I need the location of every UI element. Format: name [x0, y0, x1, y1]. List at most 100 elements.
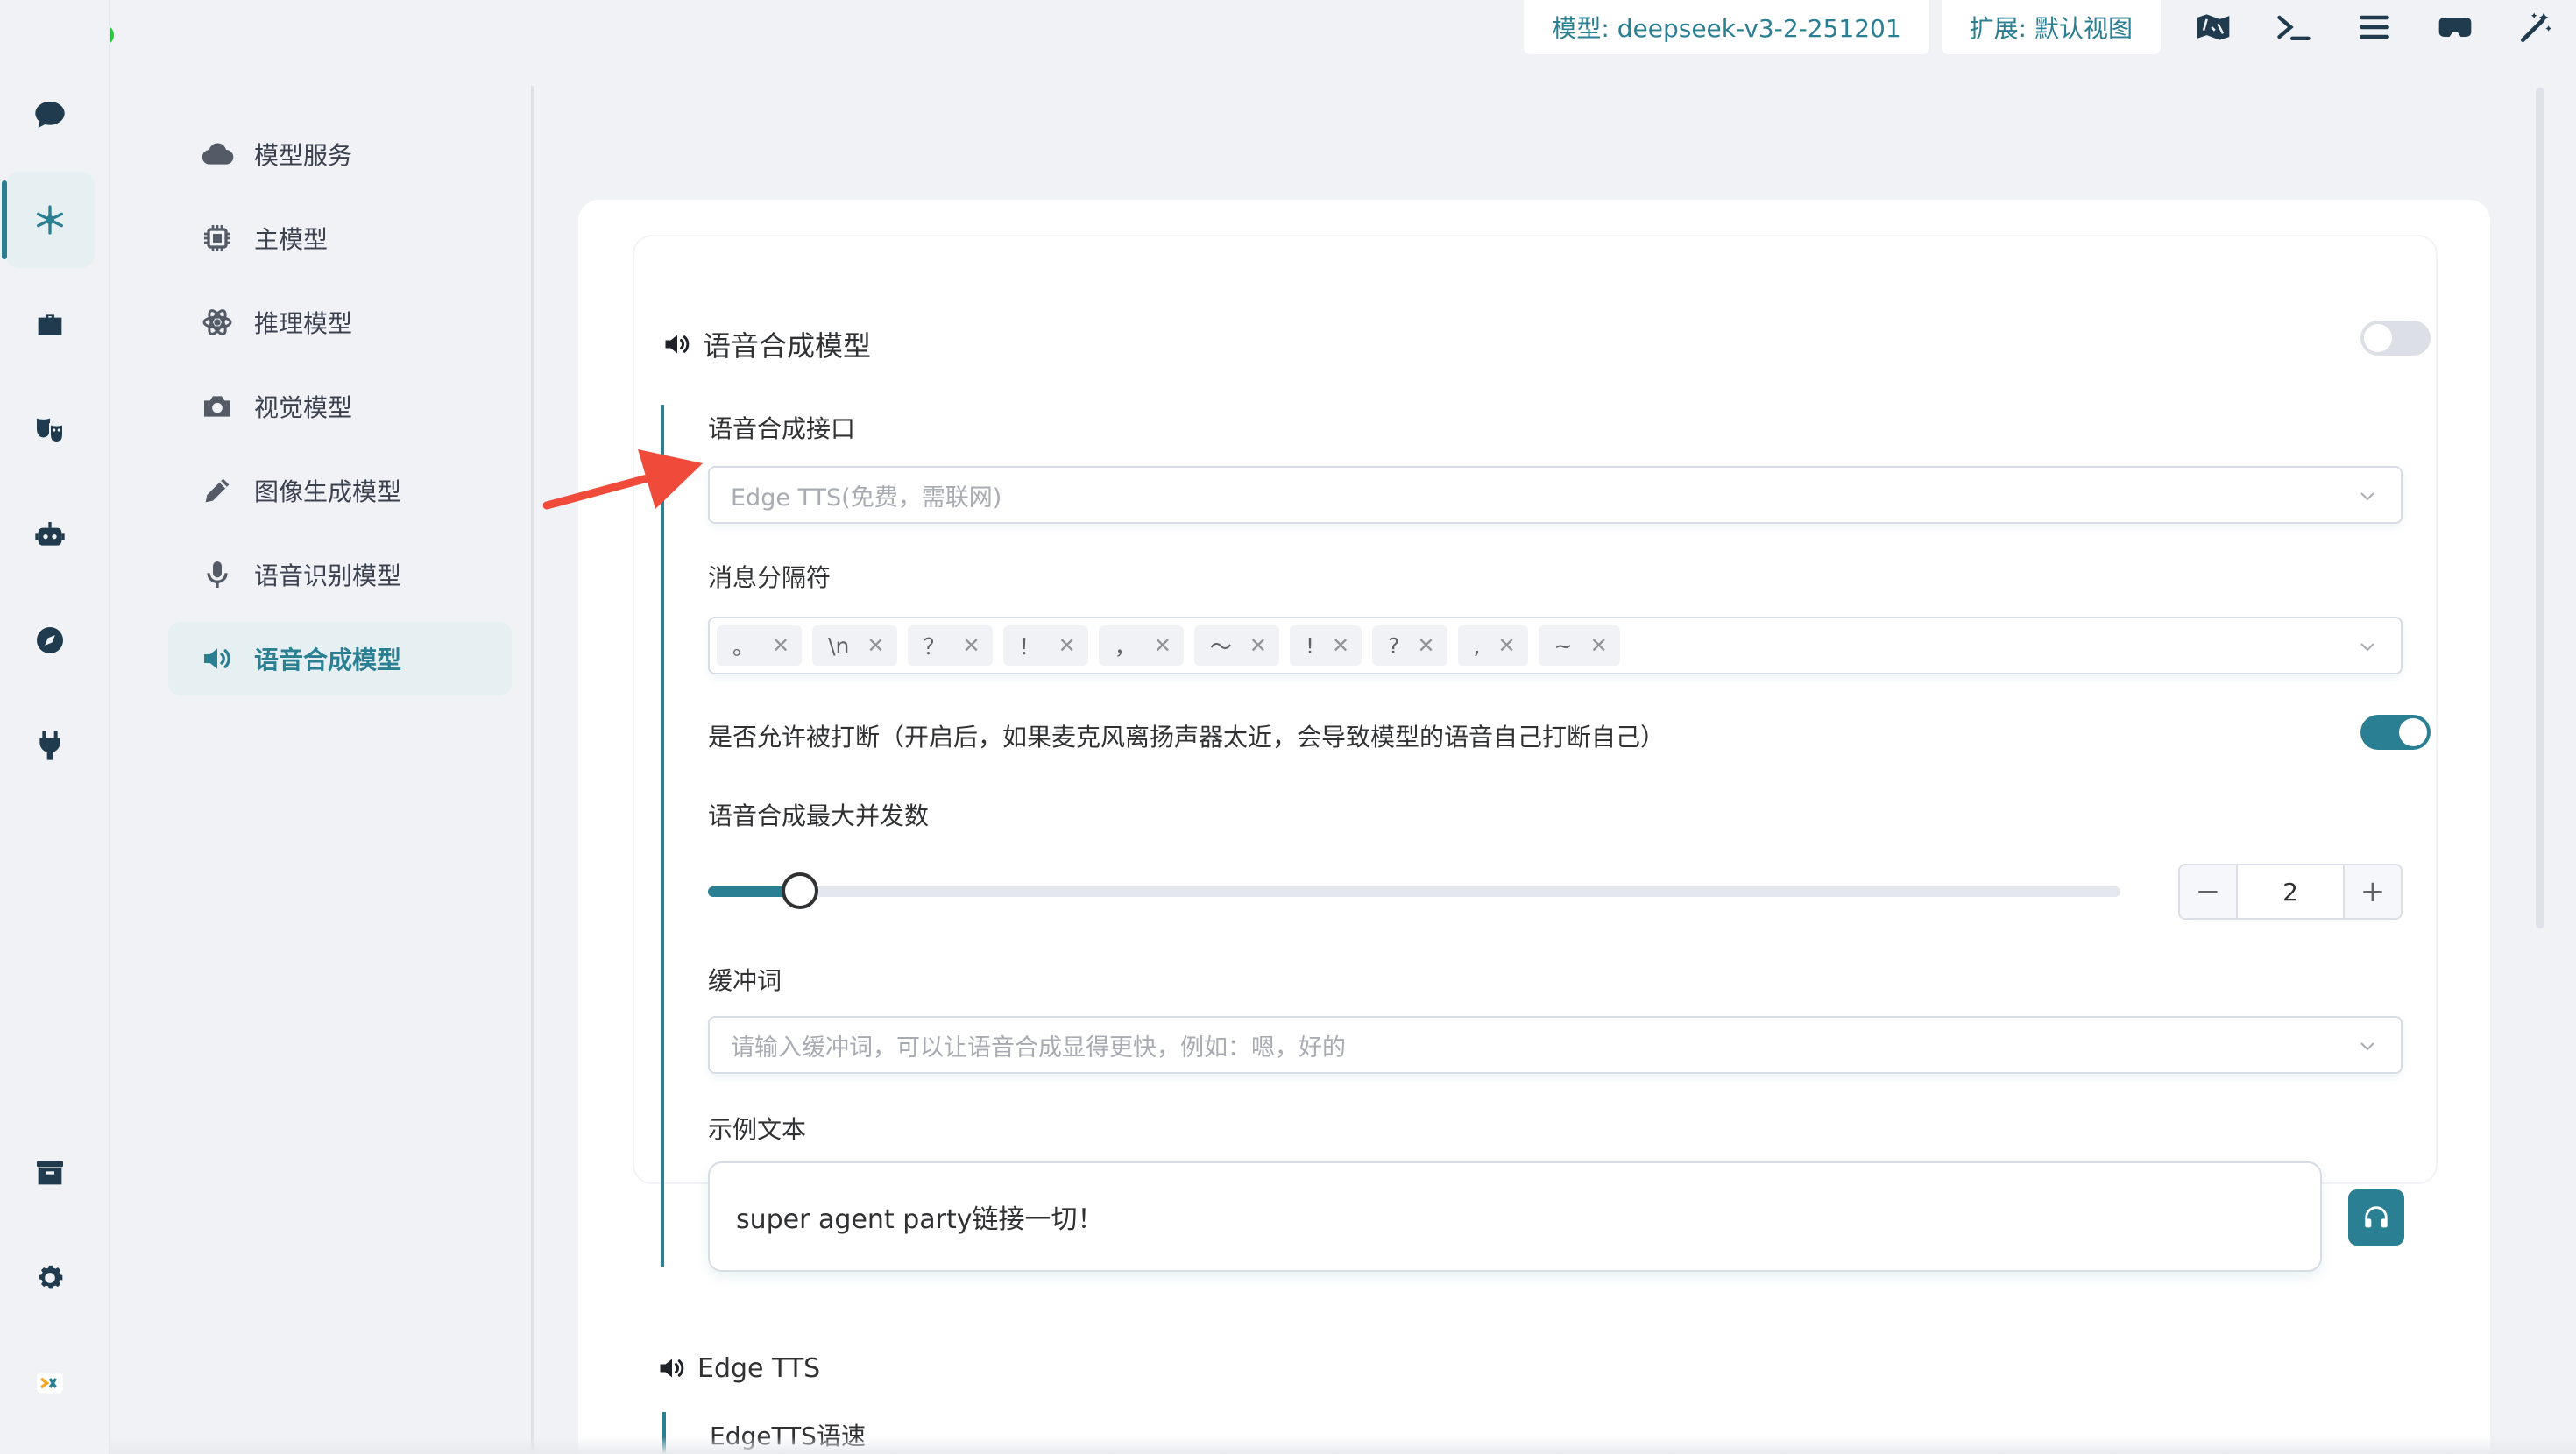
- menu-item-main-model[interactable]: 主模型: [168, 201, 512, 275]
- decrement-button[interactable]: −: [2180, 865, 2238, 918]
- separator-tag: 。 ✕: [717, 625, 803, 666]
- menu-item-label: 视觉模型: [254, 393, 353, 422]
- menu-item-label: 语音合成模型: [254, 646, 402, 674]
- concurrency-slider[interactable]: [708, 872, 2120, 909]
- separator-select[interactable]: 。 ✕ \n ✕ ？ ✕ ！ ✕ ， ✕ ～ ✕ ! ✕ ? ✕ , ✕ ~ ✕: [708, 617, 2403, 674]
- menu-item-reasoning-model[interactable]: 推理模型: [168, 286, 512, 359]
- tag-text: ～: [1209, 634, 1232, 660]
- remove-tag-icon[interactable]: ✕: [963, 633, 980, 658]
- buffer-select[interactable]: 请输入缓冲词，可以让语音合成显得更快，例如：嗯，好的: [708, 1016, 2403, 1074]
- buffer-placeholder: 请输入缓冲词，可以让语音合成显得更快，例如：嗯，好的: [731, 1034, 1346, 1062]
- menu-item-label: 模型服务: [254, 141, 353, 170]
- concurrency-value[interactable]: 2: [2238, 865, 2343, 918]
- rail-roles[interactable]: [5, 382, 95, 478]
- model-menu: 模型服务 主模型 推理模型 视觉模型 图像生成模型 语音识别模型 语音合成模型: [110, 86, 534, 1454]
- vr-button[interactable]: [2415, 0, 2495, 54]
- sample-text-input[interactable]: super agent party链接一切！: [708, 1161, 2322, 1272]
- tag-text: !: [1306, 632, 1315, 659]
- settings-card: 语音合成模型 语音合成接口 Edge TTS(免费，需联网) 消息分隔符 。 ✕ …: [578, 200, 2490, 1454]
- speaker-icon: [665, 335, 690, 354]
- camera-icon: [204, 396, 230, 417]
- remove-tag-icon[interactable]: ✕: [1154, 633, 1171, 658]
- chevron-down-icon: [2360, 1042, 2374, 1051]
- remove-tag-icon[interactable]: ✕: [1058, 633, 1076, 658]
- toggle-knob: [2399, 718, 2427, 746]
- headphones-icon: [2365, 1206, 2388, 1228]
- slider-thumb[interactable]: [782, 872, 818, 909]
- tag-text: ,: [1473, 632, 1481, 659]
- remove-tag-icon[interactable]: ✕: [1332, 633, 1349, 658]
- rail-models[interactable]: [2, 172, 95, 268]
- increment-button[interactable]: +: [2343, 865, 2401, 918]
- magic-wand-icon: [2520, 12, 2551, 43]
- rail-archive[interactable]: [5, 1125, 95, 1221]
- menu-button[interactable]: [2334, 0, 2415, 54]
- pencil-icon: [205, 478, 230, 503]
- model-indicator[interactable]: 模型: deepseek-v3-2-251201: [1524, 0, 1929, 54]
- tag-text: ？: [923, 634, 945, 660]
- atom-icon: [202, 309, 232, 335]
- rail-settings[interactable]: [5, 1230, 95, 1326]
- concurrency-label: 语音合成最大并发数: [708, 801, 930, 830]
- menu-item-image-model[interactable]: 图像生成模型: [168, 454, 512, 527]
- tts-section-title: 语音合成模型: [661, 324, 871, 364]
- map-button[interactable]: [2173, 0, 2254, 54]
- interface-select[interactable]: Edge TTS(免费，需联网): [708, 466, 2403, 524]
- microphone-icon: [207, 561, 228, 588]
- separator-tag: ？ ✕: [907, 625, 993, 666]
- rail-tools[interactable]: [5, 277, 95, 373]
- masks-icon: [37, 418, 64, 445]
- tag-text: ，: [1114, 634, 1136, 660]
- concurrency-stepper: − 2 +: [2178, 864, 2403, 920]
- toggle-knob: [2364, 324, 2392, 352]
- archive-icon: [37, 1161, 63, 1185]
- remove-tag-icon[interactable]: ✕: [772, 633, 789, 658]
- preview-audio-button[interactable]: [2348, 1189, 2404, 1246]
- separator-tag: \n ✕: [812, 625, 897, 666]
- rail-logo[interactable]: [5, 1335, 95, 1431]
- tts-enable-toggle[interactable]: [2360, 321, 2431, 356]
- remove-tag-icon[interactable]: ✕: [1249, 633, 1267, 658]
- interrupt-toggle[interactable]: [2360, 715, 2431, 750]
- tag-text: 。: [732, 634, 755, 660]
- tts-title-text: 语音合成模型: [703, 329, 872, 363]
- menu-item-label: 推理模型: [254, 309, 353, 338]
- main-scrollbar[interactable]: [2536, 88, 2544, 928]
- sample-label: 示例文本: [708, 1115, 807, 1144]
- logo-icon: [37, 1373, 63, 1394]
- remove-tag-icon[interactable]: ✕: [1498, 633, 1516, 658]
- menu-item-label: 主模型: [254, 225, 329, 254]
- menu-item-label: 语音识别模型: [254, 561, 402, 590]
- menu-item-asr-model[interactable]: 语音识别模型: [168, 538, 512, 611]
- section-accent-bar: [661, 405, 664, 1267]
- rail-chat[interactable]: [5, 67, 95, 163]
- extension-indicator[interactable]: 扩展: 默认视图: [1941, 0, 2161, 54]
- separator-tag: , ✕: [1457, 625, 1528, 666]
- tag-text: ！: [1018, 634, 1041, 660]
- model-network-icon: [37, 205, 64, 235]
- magic-button[interactable]: [2495, 0, 2576, 54]
- rail-explore[interactable]: [5, 592, 95, 688]
- separator-tag: ， ✕: [1098, 625, 1184, 666]
- edge-tts-section-title: Edge TTS: [655, 1352, 820, 1384]
- rail-plugins[interactable]: [5, 697, 95, 794]
- rail-agents[interactable]: [5, 487, 95, 583]
- settings-icon: [39, 1265, 63, 1289]
- separator-tag: ? ✕: [1372, 625, 1447, 666]
- remove-tag-icon[interactable]: ✕: [867, 633, 884, 658]
- menu-item-tts-model[interactable]: 语音合成模型: [168, 622, 512, 695]
- remove-tag-icon[interactable]: ✕: [1590, 633, 1608, 658]
- remove-tag-icon[interactable]: ✕: [1417, 633, 1434, 658]
- speaker-icon: [204, 648, 230, 669]
- app-window: 模型: deepseek-v3-2-251201 扩展: 默认视图 模型服务 主…: [0, 0, 2576, 1454]
- menu-item-model-service[interactable]: 模型服务: [168, 117, 512, 191]
- terminal-button[interactable]: [2254, 0, 2334, 54]
- separator-label: 消息分隔符: [708, 563, 832, 592]
- menu-item-vision-model[interactable]: 视觉模型: [168, 370, 512, 443]
- terminal-icon: [2277, 15, 2311, 41]
- plug-icon: [39, 731, 60, 760]
- tts-section: 语音合成模型 语音合成接口 Edge TTS(免费，需联网) 消息分隔符 。 ✕ …: [634, 236, 2436, 1272]
- speaker-icon: [660, 1359, 684, 1378]
- toolbox-icon: [38, 314, 62, 335]
- separator-tag: ～ ✕: [1193, 625, 1280, 666]
